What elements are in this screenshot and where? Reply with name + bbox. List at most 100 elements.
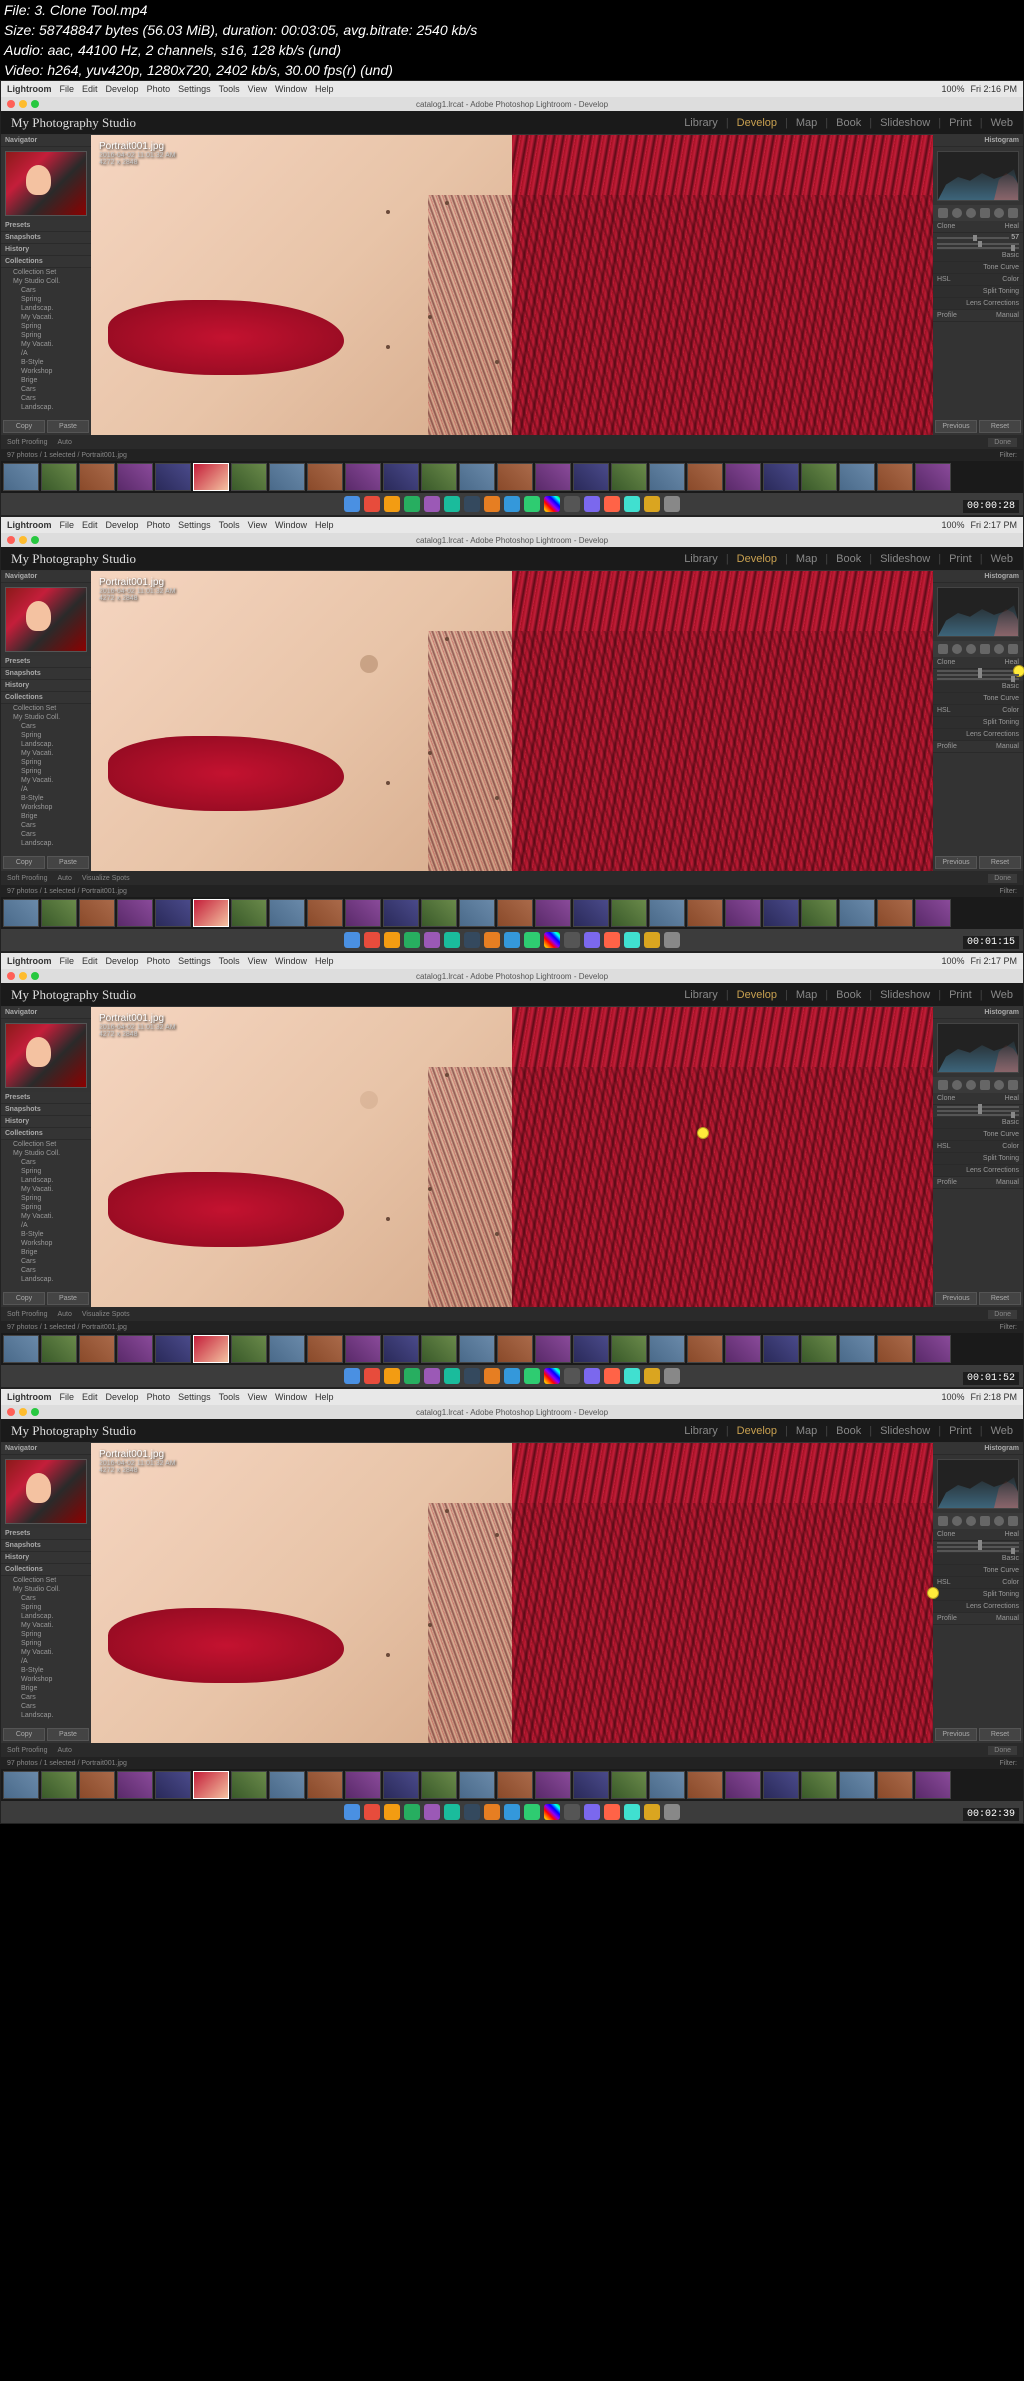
filmstrip-thumb[interactable] (269, 899, 305, 927)
radial-tool-icon[interactable] (994, 644, 1004, 654)
dock-icon[interactable] (344, 496, 360, 512)
navigator-thumbnail[interactable] (5, 1459, 87, 1524)
tree-item[interactable]: B-Style (1, 1666, 91, 1675)
menu-window[interactable]: Window (275, 956, 307, 966)
filmstrip-thumb[interactable] (763, 1335, 799, 1363)
lens-corr-panel[interactable]: Lens Corrections (933, 298, 1023, 310)
filmstrip-thumb[interactable] (535, 1771, 571, 1799)
clock[interactable]: Fri 2:16 PM (970, 84, 1017, 94)
history-header[interactable]: History (1, 244, 91, 256)
profile-row[interactable]: ProfileManual (933, 1613, 1023, 1625)
dock-icon[interactable] (484, 932, 500, 948)
filmstrip[interactable] (1, 1333, 1023, 1365)
history-header[interactable]: History (1, 1552, 91, 1564)
dock-icon[interactable] (344, 1368, 360, 1384)
presets-header[interactable]: Presets (1, 1092, 91, 1104)
identity-plate[interactable]: My Photography Studio (11, 1423, 136, 1439)
lens-corr-panel[interactable]: Lens Corrections (933, 729, 1023, 741)
mac-dock[interactable] (1, 1365, 1023, 1387)
filmstrip-thumb[interactable] (459, 463, 495, 491)
reset-button[interactable]: Reset (979, 1292, 1021, 1305)
tree-item[interactable]: My Vacati. (1, 340, 91, 349)
filmstrip-thumb[interactable] (117, 1335, 153, 1363)
filmstrip-thumb[interactable] (687, 463, 723, 491)
filmstrip[interactable] (1, 461, 1023, 493)
dock-icon[interactable] (384, 1804, 400, 1820)
menu-settings[interactable]: Settings (178, 520, 211, 530)
reset-button[interactable]: Reset (979, 856, 1021, 869)
redeye-tool-icon[interactable] (966, 1516, 976, 1526)
battery-indicator[interactable]: 100% (941, 1392, 964, 1402)
menu-tools[interactable]: Tools (219, 956, 240, 966)
tree-item[interactable]: Brige (1, 812, 91, 821)
tree-item[interactable]: Spring (1, 1603, 91, 1612)
app-name[interactable]: Lightroom (7, 520, 52, 530)
snapshots-header[interactable]: Snapshots (1, 232, 91, 244)
menu-view[interactable]: View (248, 1392, 267, 1402)
filmstrip-thumb[interactable] (269, 1771, 305, 1799)
dock-icon[interactable] (344, 932, 360, 948)
dock-icon[interactable] (504, 496, 520, 512)
filmstrip-thumb[interactable] (573, 463, 609, 491)
module-book[interactable]: Book (836, 117, 861, 129)
dock-icon[interactable] (424, 496, 440, 512)
menu-help[interactable]: Help (315, 520, 334, 530)
filmstrip-thumb[interactable] (231, 899, 267, 927)
tree-item[interactable]: Spring (1, 767, 91, 776)
tree-item[interactable]: Spring (1, 1167, 91, 1176)
filmstrip[interactable] (1, 1769, 1023, 1801)
tree-item[interactable]: My Vacati. (1, 1212, 91, 1221)
filmstrip-thumb[interactable] (383, 1771, 419, 1799)
dock-icon[interactable] (464, 1368, 480, 1384)
tree-item[interactable]: Spring (1, 758, 91, 767)
dock-icon[interactable] (564, 1368, 580, 1384)
dock-icon[interactable] (624, 932, 640, 948)
filmstrip-thumb[interactable] (117, 899, 153, 927)
gradient-tool-icon[interactable] (980, 1080, 990, 1090)
split-toning-panel[interactable]: Split Toning (933, 286, 1023, 298)
dock-icon[interactable] (604, 1804, 620, 1820)
filmstrip-thumb[interactable] (611, 1335, 647, 1363)
filmstrip-thumb[interactable] (687, 1771, 723, 1799)
tree-item[interactable]: Cars (1, 821, 91, 830)
tree-item[interactable]: B-Style (1, 358, 91, 367)
dock-icon[interactable] (364, 932, 380, 948)
mac-dock[interactable] (1, 1801, 1023, 1823)
dock-icon[interactable] (484, 1804, 500, 1820)
dock-icon[interactable] (504, 932, 520, 948)
module-book[interactable]: Book (836, 553, 861, 565)
tree-item[interactable]: Cars (1, 286, 91, 295)
auto-label[interactable]: Auto (57, 1747, 71, 1754)
dock-icon[interactable] (544, 932, 560, 948)
menu-edit[interactable]: Edit (82, 520, 98, 530)
filmstrip-thumb[interactable] (345, 1335, 381, 1363)
tree-item[interactable]: Spring (1, 731, 91, 740)
profile-row[interactable]: ProfileManual (933, 741, 1023, 753)
paste-button[interactable]: Paste (47, 420, 89, 433)
module-library[interactable]: Library (684, 117, 718, 129)
crop-tool-icon[interactable] (938, 1516, 948, 1526)
dock-icon[interactable] (584, 496, 600, 512)
filmstrip-thumb[interactable] (421, 899, 457, 927)
menu-tools[interactable]: Tools (219, 84, 240, 94)
dock-icon[interactable] (344, 1804, 360, 1820)
tree-item[interactable]: My Studio Coll. (1, 1149, 91, 1158)
filmstrip-thumb[interactable] (649, 1771, 685, 1799)
spot-tool-icon[interactable] (952, 1516, 962, 1526)
traffic-lights[interactable] (7, 1408, 39, 1416)
menu-edit[interactable]: Edit (82, 956, 98, 966)
menu-tools[interactable]: Tools (219, 520, 240, 530)
module-print[interactable]: Print (949, 989, 972, 1001)
softproof-toggle[interactable]: Soft Proofing (7, 875, 47, 882)
menu-window[interactable]: Window (275, 1392, 307, 1402)
visualize-spots[interactable]: Visualize Spots (82, 1311, 130, 1318)
filmstrip-thumb[interactable] (725, 1771, 761, 1799)
menu-window[interactable]: Window (275, 84, 307, 94)
navigator-header[interactable]: Navigator (1, 571, 91, 583)
tree-item[interactable]: Landscap. (1, 740, 91, 749)
menu-settings[interactable]: Settings (178, 956, 211, 966)
tree-item[interactable]: Landscap. (1, 304, 91, 313)
tree-item[interactable]: Cars (1, 1266, 91, 1275)
snapshots-header[interactable]: Snapshots (1, 668, 91, 680)
histogram[interactable] (937, 1023, 1019, 1073)
